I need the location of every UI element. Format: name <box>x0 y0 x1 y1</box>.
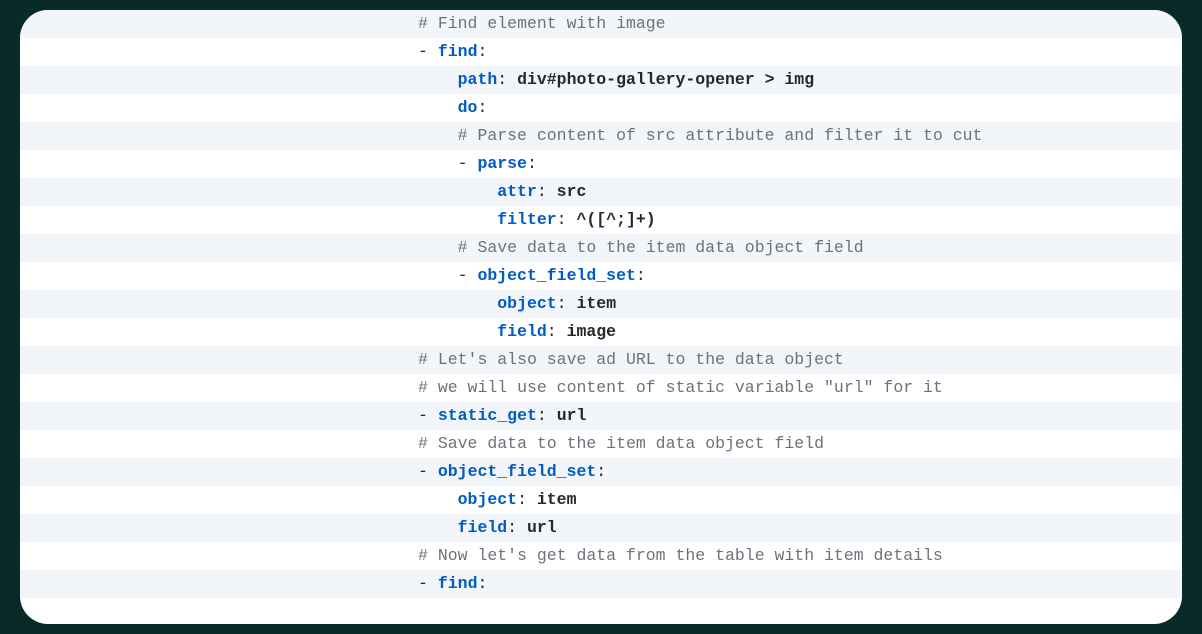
code-token-punct: : <box>477 42 487 61</box>
code-token-value: src <box>557 182 587 201</box>
code-line: # Let's also save ad URL to the data obj… <box>20 346 1182 374</box>
code-token-key: find <box>438 42 478 61</box>
code-token-punct: - <box>418 462 438 481</box>
code-line: # Save data to the item data object fiel… <box>20 430 1182 458</box>
code-token-punct: : <box>636 266 646 285</box>
code-token-key: field <box>458 518 508 537</box>
code-line: filter: ^([^;]+) <box>20 206 1182 234</box>
code-line: # Parse content of src attribute and fil… <box>20 122 1182 150</box>
code-card: # Find element with image - find: path: … <box>20 10 1182 624</box>
code-token-comment: # Save data to the item data object fiel… <box>458 238 864 257</box>
code-token-punct: : <box>517 490 537 509</box>
code-token-punct: : <box>477 574 487 593</box>
code-line: path: div#photo-gallery-opener > img <box>20 66 1182 94</box>
code-token-key: object_field_set <box>477 266 635 285</box>
code-token-punct: - <box>458 266 478 285</box>
code-token-comment: # Now let's get data from the table with… <box>418 546 943 565</box>
code-token-key: parse <box>477 154 527 173</box>
code-token-punct: - <box>418 406 438 425</box>
code-token-key: static_get <box>438 406 537 425</box>
code-token-comment: # Parse content of src attribute and fil… <box>458 126 983 145</box>
code-token-value: item <box>537 490 577 509</box>
code-token-key: filter <box>497 210 556 229</box>
code-token-value: item <box>576 294 616 313</box>
code-token-key: field <box>497 322 547 341</box>
code-token-punct: - <box>418 42 438 61</box>
code-line: # we will use content of static variable… <box>20 374 1182 402</box>
code-token-key: attr <box>497 182 537 201</box>
code-line: field: url <box>20 514 1182 542</box>
code-line: # Find element with image <box>20 10 1182 38</box>
code-token-punct: : <box>537 406 557 425</box>
code-token-value: url <box>527 518 557 537</box>
code-line: - object_field_set: <box>20 262 1182 290</box>
code-block: # Find element with image - find: path: … <box>20 10 1182 598</box>
code-token-comment: # Let's also save ad URL to the data obj… <box>418 350 844 369</box>
code-token-key: object_field_set <box>438 462 596 481</box>
code-token-punct: : <box>477 98 487 117</box>
code-token-value: div#photo-gallery-opener > img <box>517 70 814 89</box>
code-token-punct: : <box>596 462 606 481</box>
code-line: do: <box>20 94 1182 122</box>
code-token-value: url <box>557 406 587 425</box>
code-token-comment: # we will use content of static variable… <box>418 378 943 397</box>
code-token-comment: # Find element with image <box>418 14 666 33</box>
code-token-value: ^([^;]+) <box>576 210 655 229</box>
code-line: - parse: <box>20 150 1182 178</box>
code-token-key: path <box>458 70 498 89</box>
code-line: object: item <box>20 290 1182 318</box>
code-token-punct: : <box>537 182 557 201</box>
code-token-punct: - <box>458 154 478 173</box>
code-token-punct: - <box>418 574 438 593</box>
code-token-punct: : <box>557 210 577 229</box>
code-line: object: item <box>20 486 1182 514</box>
code-token-punct: : <box>547 322 567 341</box>
code-line: attr: src <box>20 178 1182 206</box>
code-token-key: object <box>458 490 517 509</box>
code-token-comment: # Save data to the item data object fiel… <box>418 434 824 453</box>
code-line: field: image <box>20 318 1182 346</box>
code-line: # Now let's get data from the table with… <box>20 542 1182 570</box>
code-token-key: do <box>458 98 478 117</box>
code-line: - object_field_set: <box>20 458 1182 486</box>
code-line: - static_get: url <box>20 402 1182 430</box>
code-token-key: object <box>497 294 556 313</box>
code-token-punct: : <box>497 70 517 89</box>
code-token-punct: : <box>527 154 537 173</box>
code-line: - find: <box>20 570 1182 598</box>
code-token-punct: : <box>557 294 577 313</box>
code-line: - find: <box>20 38 1182 66</box>
code-line: # Save data to the item data object fiel… <box>20 234 1182 262</box>
code-token-value: image <box>567 322 617 341</box>
code-token-punct: : <box>507 518 527 537</box>
code-token-key: find <box>438 574 478 593</box>
